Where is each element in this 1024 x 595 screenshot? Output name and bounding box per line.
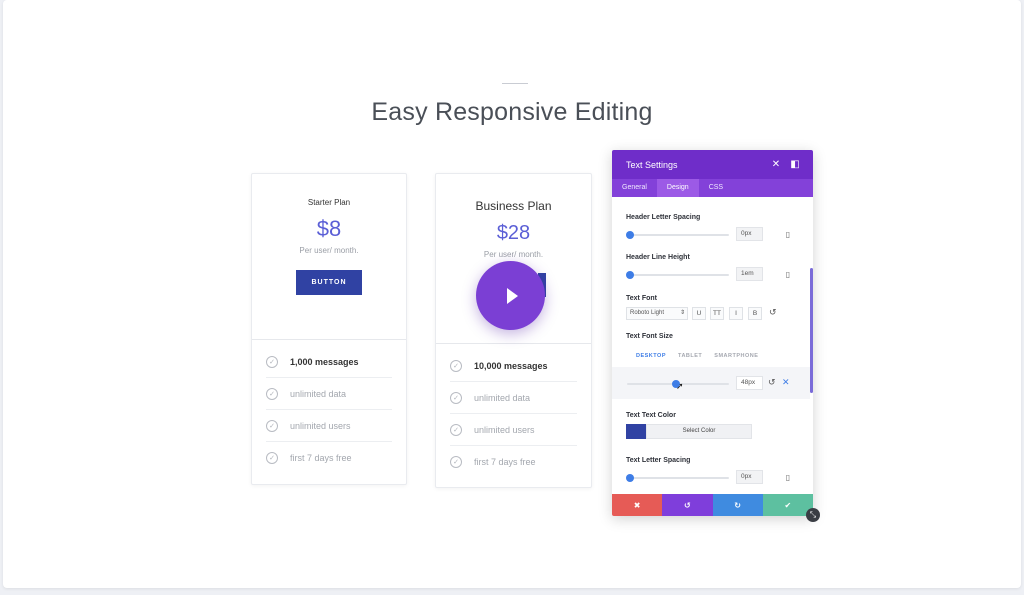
uppercase-button[interactable]: TT [710,307,724,320]
tab-design[interactable]: Design [656,179,699,197]
plan-period: Per user/ month. [299,246,359,255]
card-header: Starter Plan $8 Per user/ month. BUTTON [252,174,406,340]
panel-scrollbar[interactable] [810,268,813,393]
slider-knob[interactable] [626,474,634,482]
panel-body: Header Letter Spacing 0px ▯ Header Line … [612,197,813,494]
text-color-label: Text Text Color [626,412,676,419]
color-swatch[interactable] [626,424,646,439]
chevron-updown-icon: ⇕ [679,310,685,316]
list-item: ✓ 1,000 messages [266,346,392,378]
slider-knob[interactable] [626,271,634,279]
text-settings-panel: Text Settings ✕ ◧ General Design CSS Hea… [612,150,813,516]
plan-name: Starter Plan [307,198,351,207]
device-tab-desktop[interactable]: DESKTOP [636,353,666,359]
text-letter-spacing-input[interactable]: 0px [736,470,763,484]
resize-handle-icon[interactable]: ⤡ [806,508,820,522]
page-title: Easy Responsive Editing [371,98,653,126]
plan-name: Business Plan [475,199,552,213]
feature-text: unlimited data [474,392,531,403]
feature-text: unlimited users [474,424,535,435]
cursor-icon: ➚ [676,381,684,391]
check-icon: ✓ [450,359,462,372]
mobile-icon[interactable]: ▯ [784,269,792,279]
check-icon: ✓ [450,391,462,404]
feature-text: unlimited users [290,420,351,431]
check-icon: ✓ [450,423,462,436]
feature-text: unlimited data [290,388,347,399]
font-select-value: Roboto Light [630,310,665,316]
bold-button[interactable]: B [748,307,762,320]
plan-price: $8 [316,216,342,241]
list-item: ✓ unlimited data [266,378,392,410]
check-icon: ✓ [266,387,278,400]
panel-header: Text Settings ✕ ◧ [612,150,813,179]
list-item: ✓ unlimited users [450,414,577,446]
undo-button[interactable]: ↺ [662,494,713,516]
text-font-size-label: Text Font Size [626,333,673,340]
header-line-height-input[interactable]: 1em [736,267,763,281]
device-tabs: DESKTOP TABLET SMARTPHONE [636,353,758,359]
text-letter-spacing-label: Text Letter Spacing [626,457,691,464]
expand-icon[interactable]: ◧ [789,158,801,170]
tab-css[interactable]: CSS [699,179,733,197]
reset-icon[interactable]: ↺ [768,377,776,388]
check-icon: ✓ [266,452,278,464]
title-divider [502,83,528,84]
list-item: ✓ first 7 days free [450,446,577,478]
header-letter-spacing-input[interactable]: 0px [736,227,763,241]
plan-period: Per user/ month. [483,250,544,259]
text-font-label: Text Font [626,295,657,302]
panel-actions: ✖ ↺ ↻ ✔ [612,494,813,516]
mobile-icon[interactable]: ▯ [784,472,792,482]
tab-general[interactable]: General [612,179,657,197]
cancel-button[interactable]: ✖ [612,494,663,516]
mobile-icon[interactable]: ▯ [784,229,792,239]
list-item: ✓ unlimited data [450,382,577,414]
text-letter-spacing-slider[interactable] [626,474,729,482]
feature-text: 10,000 messages [474,360,548,371]
plan-button[interactable]: BUTTON [296,270,362,295]
text-font-size-input[interactable]: 48px [736,376,763,390]
check-icon: ✓ [266,355,278,368]
panel-tabs: General Design CSS [612,179,813,197]
underline-button[interactable]: U [692,307,706,320]
panel-title: Text Settings [626,159,678,170]
reset-icon[interactable]: ↺ [769,307,777,318]
header-line-height-slider[interactable] [626,271,729,279]
close-icon[interactable]: ✕ [770,158,782,170]
slider-knob[interactable] [626,231,634,239]
plan-price: $28 [496,222,531,244]
header-letter-spacing-slider[interactable] [626,231,729,239]
pricing-card-starter: Starter Plan $8 Per user/ month. BUTTON … [251,173,407,485]
pricing-card-business: Business Plan $28 Per user/ month. ✓ 10,0… [435,173,592,488]
device-tab-tablet[interactable]: TABLET [678,353,702,359]
redo-button[interactable]: ↻ [712,494,763,516]
device-tab-smartphone[interactable]: SMARTPHONE [714,353,758,359]
list-item: ✓ unlimited users [266,410,392,442]
header-line-height-label: Header Line Height [626,254,690,261]
check-icon: ✓ [266,419,278,432]
check-icon: ✓ [450,456,462,468]
feature-text: first 7 days free [290,453,352,463]
header-letter-spacing-label: Header Letter Spacing [626,214,701,221]
close-icon[interactable]: ✕ [782,377,790,388]
font-select[interactable]: Roboto Light ⇕ [626,307,688,320]
feature-text: first 7 days free [474,457,536,467]
feature-text: 1,000 messages [290,356,359,367]
list-item: ✓ first 7 days free [266,442,392,474]
list-item: ✓ 10,000 messages [450,350,577,382]
play-button[interactable] [476,261,545,330]
select-color-button[interactable]: Select Color [646,424,752,439]
italic-button[interactable]: I [729,307,743,320]
play-icon [507,287,518,304]
